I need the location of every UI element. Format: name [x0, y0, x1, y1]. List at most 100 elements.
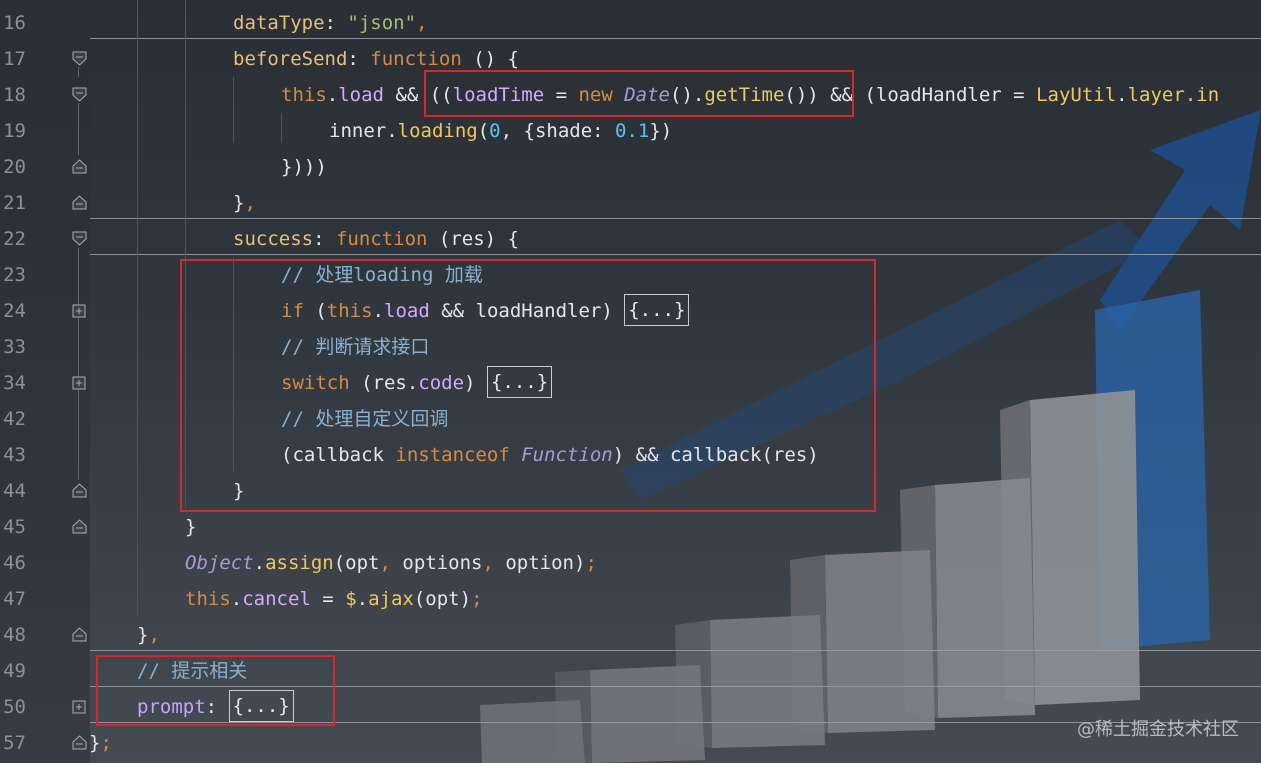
indent-guide — [233, 77, 234, 143]
token: success — [233, 228, 314, 250]
token: () { — [461, 48, 519, 70]
token: inner. — [329, 120, 398, 142]
code-line-47[interactable]: this.cancel = $.ajax(opt); — [185, 581, 483, 617]
fold-guide — [78, 67, 79, 77]
token: .in — [1184, 84, 1220, 106]
token: load — [338, 84, 384, 106]
token: beforeSend — [233, 48, 348, 70]
line-number: 48 — [3, 624, 26, 646]
token: options — [390, 552, 483, 574]
fold-open-icon[interactable] — [72, 231, 87, 246]
fold-open-icon[interactable] — [72, 51, 87, 66]
line-number: 16 — [3, 12, 26, 34]
line-number: 57 — [3, 732, 26, 754]
token: : — [313, 228, 336, 250]
token: , — [482, 552, 494, 574]
line-number: 45 — [3, 516, 26, 538]
line-number: 23 — [3, 264, 26, 286]
fold-expand-icon[interactable] — [72, 304, 87, 319]
line-number: 46 — [3, 552, 26, 574]
line-number: 22 — [3, 228, 26, 250]
token: function — [335, 228, 428, 250]
code-line-16[interactable]: dataType: "json", — [233, 5, 428, 41]
token: } — [185, 516, 197, 538]
code-line-22[interactable]: success: function (res) { — [233, 221, 519, 257]
fold-close-icon[interactable] — [72, 519, 87, 534]
token: dataType — [233, 12, 325, 34]
fold-close-icon[interactable] — [72, 735, 87, 750]
fold-close-icon[interactable] — [72, 159, 87, 174]
token: ; — [471, 588, 483, 610]
line-number: 21 — [3, 192, 26, 214]
line-number: 20 — [3, 156, 26, 178]
token: cancel — [242, 588, 311, 610]
code-line-19[interactable]: inner.loading(0, {shade: 0.1}) — [329, 113, 672, 149]
line-number: 44 — [3, 480, 26, 502]
fold-open-icon[interactable] — [72, 87, 87, 102]
token: layer — [1127, 84, 1185, 106]
token: } — [233, 192, 245, 214]
token: "json" — [347, 12, 417, 34]
line-number: 24 — [3, 300, 26, 322]
method-separator — [90, 650, 1261, 651]
token: . — [326, 84, 339, 106]
fold-close-icon[interactable] — [72, 627, 87, 642]
code-line-21[interactable]: }, — [233, 185, 256, 221]
token: assign — [265, 552, 334, 574]
token: . — [356, 588, 369, 610]
token: , — [148, 624, 160, 646]
line-number: 18 — [3, 84, 26, 106]
token: (opt — [333, 552, 380, 574]
code-line-48[interactable]: }, — [137, 617, 160, 653]
code-editor[interactable]: 16 17 18 19 20 21 22 23 24 33 34 42 43 4… — [0, 0, 1261, 763]
token: (res) { — [427, 228, 519, 250]
line-number: 33 — [3, 336, 26, 358]
token: = — [310, 588, 346, 610]
fold-close-icon[interactable] — [72, 195, 87, 210]
token: this — [185, 588, 231, 610]
token: LayUtil — [1036, 84, 1117, 106]
code-line-45[interactable]: } — [185, 509, 196, 545]
watermark: @稀土掘金技术社区 — [1077, 719, 1239, 740]
code-line-46[interactable]: Object.assign(opt, options, option); — [185, 545, 597, 581]
token: (opt) — [413, 588, 472, 610]
token: } — [137, 624, 149, 646]
token: . — [230, 588, 243, 610]
line-number: 19 — [3, 120, 26, 142]
token: , — [244, 192, 256, 214]
fold-guide — [78, 103, 79, 155]
token: , — [416, 12, 428, 34]
token: function — [370, 48, 462, 70]
token: , {shade: — [500, 120, 616, 142]
fold-guide — [78, 248, 79, 480]
line-number: 47 — [3, 588, 26, 610]
token: $ — [345, 588, 357, 610]
token: }))) — [281, 156, 327, 178]
line-number: 49 — [3, 660, 26, 682]
token: . — [1116, 84, 1128, 106]
fold-expand-icon[interactable] — [72, 700, 87, 715]
fold-expand-icon[interactable] — [72, 376, 87, 391]
line-number: 34 — [3, 372, 26, 394]
token: Object — [185, 552, 254, 574]
highlight-box-prompt — [96, 655, 335, 726]
fold-close-icon[interactable] — [72, 483, 87, 498]
highlight-box-loadtime — [424, 70, 854, 117]
token: : — [347, 48, 371, 70]
code-line-57[interactable]: }; — [89, 725, 112, 761]
token: ( — [477, 120, 490, 142]
token: option) — [493, 552, 586, 574]
token: : — [324, 12, 348, 34]
token: ajax — [368, 588, 414, 610]
token: }) — [649, 120, 673, 142]
code-line-20[interactable]: }))) — [281, 149, 327, 185]
indent-guide — [137, 0, 138, 615]
indent-guide — [281, 113, 282, 143]
line-number: 43 — [3, 444, 26, 466]
token: ; — [100, 732, 112, 754]
token: } — [89, 732, 101, 754]
line-number: 42 — [3, 408, 26, 430]
token: this — [281, 84, 327, 106]
token: ; — [585, 552, 597, 574]
method-separator — [90, 218, 1261, 219]
